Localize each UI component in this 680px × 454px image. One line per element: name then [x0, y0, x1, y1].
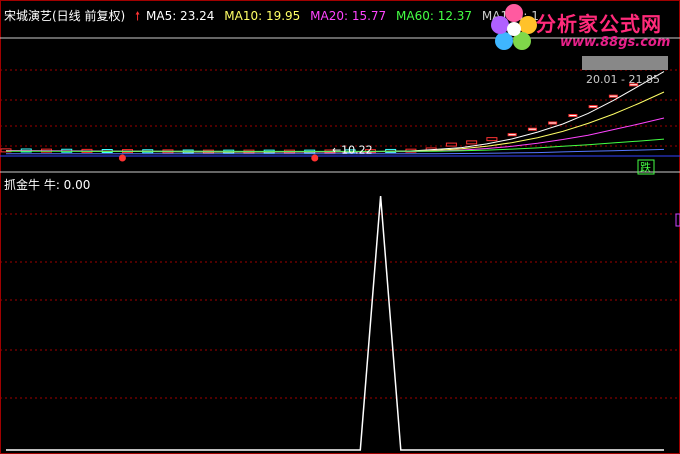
grid-lines [0, 69, 680, 399]
ma-lines [5, 71, 665, 155]
candle [608, 94, 618, 98]
stock-title: 宋城演艺(日线 前复权) [4, 9, 126, 23]
signal-label: 跌 [640, 160, 651, 174]
stock-chart: ←10.22 20.01 - 21.85 跌 [0, 0, 680, 454]
ma20-label: MA20: 15.77 [310, 9, 387, 23]
candle [568, 114, 578, 118]
candle [445, 142, 457, 147]
ma60-label: MA60: 12.37 [396, 9, 473, 23]
range-box [582, 56, 668, 70]
flower-logo-icon [491, 4, 537, 50]
low-price-label: ←10.22 [332, 143, 373, 156]
price-header: 宋城演艺(日线 前复权) 🠕 MA5: 23.24 MA10: 19.95 MA… [4, 7, 545, 28]
watermark-logo: 分析家公式网 www.88gs.com [488, 2, 680, 54]
ma10-label: MA10: 19.95 [224, 9, 301, 23]
outer-border [0, 0, 680, 454]
chart-frame [0, 0, 680, 454]
candle [507, 133, 517, 137]
ma-line-ma5 [5, 71, 665, 153]
candle [588, 105, 598, 109]
ma5-label: MA5: 23.24 [146, 9, 215, 23]
up-arrow-icon: 🠕 [135, 9, 141, 23]
indicator-line [6, 195, 664, 451]
watermark-name: 分析家公式网 [536, 12, 662, 36]
candle [466, 140, 478, 145]
indicator-plot [6, 195, 680, 451]
range-label: 20.01 - 21.85 [586, 73, 660, 86]
indicator-title: 抓金牛 牛: 0.00 [4, 178, 91, 192]
candlesticks [0, 83, 639, 162]
watermark-url: www.88gs.com [560, 35, 671, 50]
candle [527, 127, 537, 131]
candle [548, 121, 558, 125]
buy-marker [118, 154, 126, 162]
buy-marker [311, 154, 319, 162]
candle [486, 137, 498, 142]
